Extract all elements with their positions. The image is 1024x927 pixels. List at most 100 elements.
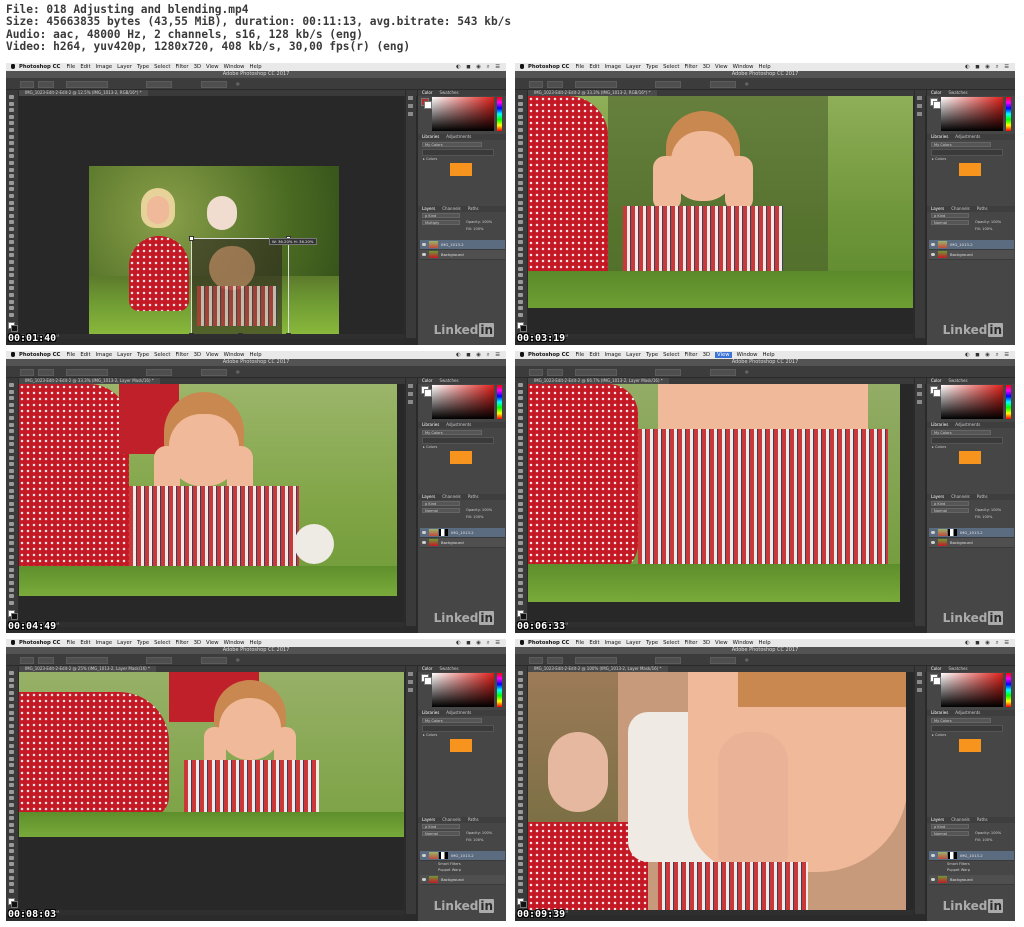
menu-item[interactable]: 3D [194,64,201,70]
layer-name[interactable]: IMG_1013-2 [451,851,474,860]
tool-icon[interactable] [9,750,14,755]
tool-icon[interactable] [518,561,523,566]
tool-icon[interactable] [518,266,523,271]
tool-icon[interactable] [518,299,523,304]
tab-layers[interactable]: Layers [931,817,944,822]
tool-icon[interactable] [9,541,14,546]
panel-dock-icon[interactable] [917,96,922,100]
tool-icon[interactable] [518,422,523,427]
brush-picker[interactable] [547,81,563,88]
tool-icon[interactable] [518,227,523,231]
opacity-field[interactable] [146,81,172,88]
panel-background-swatch[interactable] [933,677,941,685]
tool-icon[interactable] [518,581,523,585]
tool-icon[interactable] [9,141,14,146]
tool-preset-picker[interactable] [529,81,543,88]
menu-item[interactable]: Edit [80,640,90,646]
flow-field[interactable] [201,81,227,88]
background-color-swatch[interactable] [520,325,527,332]
apple-icon[interactable] [520,64,524,69]
panel-dock-icon[interactable] [408,96,413,100]
tool-icon[interactable] [9,449,14,453]
tool-preset-picker[interactable] [529,657,543,664]
panel-background-swatch[interactable] [933,389,941,397]
menu-item[interactable]: File [66,640,75,646]
tool-icon[interactable] [9,312,14,317]
tool-icon[interactable] [518,121,523,126]
tool-icon[interactable] [518,200,523,205]
tool-icon[interactable] [9,855,14,860]
flow-field[interactable] [710,81,736,88]
tool-icon[interactable] [518,213,523,218]
menu-item[interactable]: Help [759,64,771,70]
tool-icon[interactable] [9,187,14,192]
layer-name[interactable]: IMG_1013-2 [441,240,464,249]
tool-preset-picker[interactable] [20,657,34,664]
tool-icon[interactable] [518,690,523,695]
panel-background-swatch[interactable] [424,101,432,109]
tool-icon[interactable] [9,829,14,834]
tab-color[interactable]: Color [422,90,432,95]
tool-icon[interactable] [9,776,14,781]
tool-icon[interactable] [518,409,523,414]
layer-opacity[interactable]: Opacity: 100% [975,508,1011,513]
tool-icon[interactable] [9,789,14,794]
tool-icon[interactable] [518,677,523,682]
layer-opacity[interactable]: Opacity: 100% [975,220,1011,225]
menu-item[interactable]: 3D [703,64,710,70]
background-color-swatch[interactable] [11,613,18,620]
tool-icon[interactable] [518,600,523,605]
flow-field[interactable] [710,657,736,664]
layer-blend-mode[interactable]: Normal [422,831,460,836]
transform-bounding-box[interactable] [189,236,291,334]
library-search-input[interactable] [931,437,1003,444]
tool-icon[interactable] [9,174,14,179]
tool-icon[interactable] [518,783,523,788]
layer-fill[interactable]: Fill: 100% [975,227,1011,232]
tab-paths[interactable]: Paths [977,206,988,211]
tab-color[interactable]: Color [422,666,432,671]
tool-icon[interactable] [518,587,523,592]
tool-icon[interactable] [518,174,523,179]
colors-section-header[interactable]: ▸ Colors [932,157,946,161]
tool-icon[interactable] [9,862,14,867]
visibility-eye-icon[interactable] [422,253,426,256]
tool-icon[interactable] [9,737,14,741]
visibility-eye-icon[interactable] [422,541,426,544]
tool-icon[interactable] [9,416,14,420]
tool-preset-picker[interactable] [529,369,543,376]
tool-icon[interactable] [518,167,523,172]
tool-icon[interactable] [9,482,14,486]
tool-icon[interactable] [518,128,523,132]
library-search-input[interactable] [931,149,1003,156]
tool-icon[interactable] [518,488,523,493]
layer-row-top[interactable]: IMG_1013-2 [929,240,1014,250]
layer-fill[interactable]: Fill: 100% [975,838,1011,843]
menu-app-name[interactable]: Photoshop CC [19,352,60,358]
tool-icon[interactable] [9,134,14,139]
tool-icon[interactable] [518,260,523,264]
tool-icon[interactable] [9,213,14,218]
tool-icon[interactable] [9,299,14,304]
tool-icon[interactable] [518,389,523,394]
layer-row-top[interactable]: IMG_1013-2 [929,851,1014,861]
tool-icon[interactable] [518,455,523,460]
panel-dock-icon[interactable] [408,384,413,388]
panel-dock-icon[interactable] [408,688,413,692]
menu-item[interactable]: Filter [684,640,697,646]
library-search-input[interactable] [422,725,494,732]
apple-icon[interactable] [11,640,15,645]
tool-icon[interactable] [9,508,14,513]
tool-preset-picker[interactable] [20,81,34,88]
tool-icon[interactable] [9,842,14,847]
tool-icon[interactable] [9,528,14,533]
visibility-eye-icon[interactable] [422,531,426,534]
tool-icon[interactable] [9,770,14,774]
tool-icon[interactable] [518,829,523,834]
tool-icon[interactable] [518,429,523,434]
canvas[interactable] [528,96,913,334]
menu-app-name[interactable]: Photoshop CC [19,640,60,646]
canvas[interactable] [528,384,913,622]
tool-icon[interactable] [9,561,14,566]
tool-icon[interactable] [9,402,14,407]
